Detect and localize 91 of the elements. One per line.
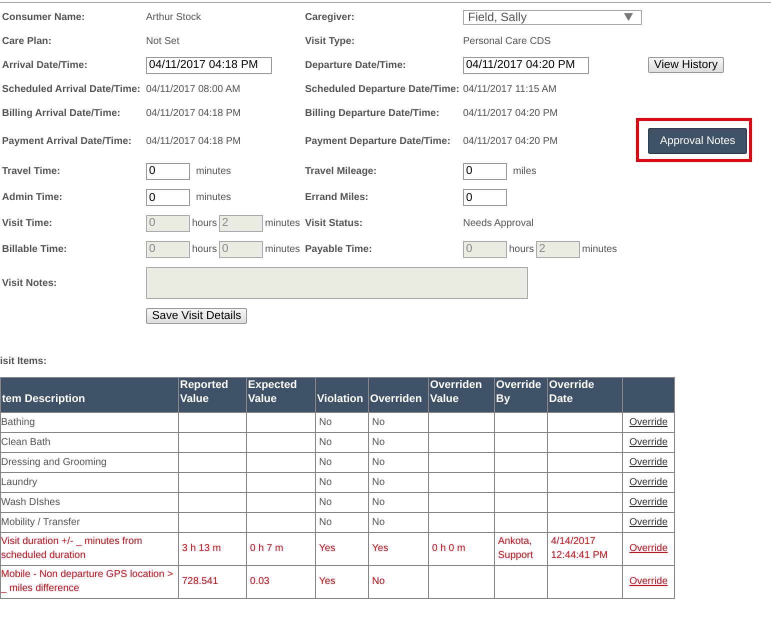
field-label: Care Plan: — [2, 36, 52, 46]
column-header: Override Date — [548, 378, 622, 412]
table-cell: 728.541 — [182, 576, 218, 587]
table-cell: Bathing — [1, 416, 35, 428]
table-cell: Clean Bath — [1, 436, 50, 448]
field-value: Needs Approval — [463, 218, 534, 228]
table-cell: 4/14/2017 12:44:41 PM — [551, 536, 608, 561]
field-label: Travel Mileage: — [305, 166, 377, 176]
table-cell: Visit duration +/- _ minutes from scheduled duration — [1, 536, 142, 561]
table-cell: Dressing and Grooming — [1, 456, 107, 468]
column-header: Overriden Value — [428, 378, 494, 412]
table-cell: No — [319, 496, 332, 508]
column-header: tem Description — [0, 378, 178, 412]
unit-label: minutes — [196, 166, 232, 176]
table-cell: 0 h 0 m — [432, 543, 466, 554]
approval-notes-button[interactable]: Approval Notes — [648, 128, 748, 154]
field-value: 04/11/2017 04:18 PM — [146, 136, 241, 146]
field-label: Billable Time: — [2, 244, 67, 254]
field-label: Travel Time: — [2, 166, 60, 176]
unit-label: minutes — [582, 244, 618, 254]
table-cell: Mobile - Non departure GPS location > _ miles difference — [1, 569, 174, 594]
input-field[interactable]: 0 — [146, 189, 190, 206]
unit-label: miles — [513, 166, 536, 176]
field-value: Not Set — [146, 36, 180, 46]
view-history-button[interactable]: View History — [648, 57, 724, 73]
field-label: Visit Status: — [305, 218, 363, 228]
field-label: Billing Departure Date/Time: — [305, 108, 440, 118]
column-header: Reported Value — [178, 378, 246, 412]
field-label: Visit Type: — [305, 36, 355, 46]
field-label: Payable Time: — [305, 244, 372, 254]
unit-label: hours — [192, 244, 218, 254]
table-cell: Yes — [372, 543, 388, 554]
table-cell: No — [372, 516, 385, 528]
column-header: Override By — [494, 378, 548, 412]
table-cell: No — [319, 416, 332, 428]
table-cell: No — [319, 436, 332, 448]
unit-label: minutes — [265, 218, 300, 228]
column-header: Violation — [316, 378, 368, 412]
table-cell: Yes — [319, 576, 336, 587]
table-cell: No — [319, 476, 332, 488]
field-label: Scheduled Arrival Date/Time: — [2, 84, 140, 94]
table-cell: Ankota, Support — [498, 536, 534, 561]
table-cell: No — [319, 456, 332, 468]
unit-label: hours — [192, 218, 218, 228]
field-value: 04/11/2017 11:15 AM — [463, 84, 557, 94]
save-button[interactable]: Save Visit Details — [146, 308, 248, 324]
field-value: Arthur Stock — [146, 12, 202, 22]
table-cell: No — [372, 456, 385, 468]
field-value: Personal Care CDS — [463, 36, 551, 46]
field-label: Visit Notes: — [2, 278, 57, 288]
column-header: Expected Value — [246, 378, 316, 412]
unit-label: minutes — [196, 192, 232, 203]
section-title: isit Items: — [0, 356, 48, 367]
field-label: Departure Date/Time: — [305, 60, 406, 70]
input-field[interactable]: 0 — [146, 162, 190, 180]
unit-label: minutes — [265, 244, 300, 254]
input-field[interactable]: 04/11/2017 04:20 PM — [463, 56, 589, 74]
table-cell: No — [372, 576, 385, 587]
field-label: Caregiver: — [305, 12, 354, 22]
column-header: Overriden — [368, 378, 428, 412]
table-cell: Wash DIshes — [1, 496, 60, 508]
field-label: Payment Departure Date/Time: — [305, 136, 450, 146]
field-label: Billing Arrival Date/Time: — [2, 108, 120, 118]
field-label: Scheduled Departure Date/Time: — [305, 84, 460, 94]
field-value: 04/11/2017 04:20 PM — [463, 136, 558, 146]
table-cell: No — [319, 516, 332, 528]
field-value: 04/11/2017 08:00 AM — [146, 84, 240, 94]
field-value: 04/11/2017 04:20 PM — [463, 108, 558, 118]
table-cell: No — [372, 476, 385, 488]
field-label: Errand Miles: — [305, 192, 368, 203]
table-cell: Laundry — [1, 476, 38, 488]
table-cell: 3 h 13 m — [182, 543, 221, 554]
table-cell: Mobility / Transfer — [1, 516, 80, 528]
input-field[interactable]: 0 — [463, 162, 507, 180]
caregiver-dropdown[interactable]: Field, Sally — [463, 10, 642, 24]
field-label: Arrival Date/Time: — [2, 60, 88, 70]
table-cell: 0 h 7 m — [250, 543, 284, 554]
table-cell: No — [372, 436, 385, 448]
field-label: Payment Arrival Date/Time: — [2, 136, 132, 146]
table-cell: No — [372, 496, 385, 508]
input-field[interactable]: 0 — [463, 189, 507, 206]
field-label: Consumer Name: — [2, 12, 85, 22]
table-cell: 0.03 — [250, 576, 270, 587]
field-label: Visit Time: — [2, 218, 52, 228]
unit-label: hours — [509, 244, 534, 254]
field-label: Admin Time: — [2, 192, 62, 203]
table-cell: Yes — [319, 543, 336, 554]
field-value: 04/11/2017 04:18 PM — [146, 108, 241, 118]
table-cell: No — [372, 416, 385, 428]
input-field[interactable]: 04/11/2017 04:18 PM — [146, 56, 272, 74]
caret-icon — [624, 13, 633, 21]
